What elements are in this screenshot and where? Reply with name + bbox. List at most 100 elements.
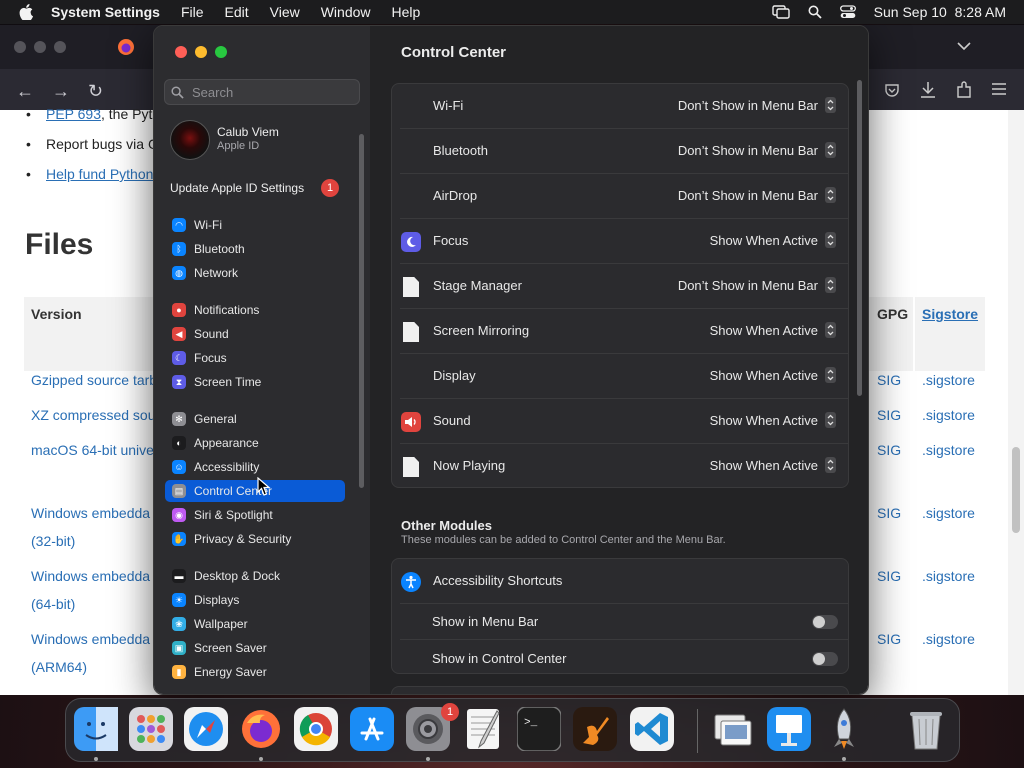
updown-chevron-icon[interactable]	[825, 457, 836, 473]
module-visibility-select[interactable]: Don’t Show in Menu Bar	[678, 143, 818, 158]
finder-icon[interactable]	[74, 707, 118, 751]
gpg-sig-link[interactable]: SIG	[877, 407, 901, 423]
minimize-button[interactable]	[195, 46, 207, 58]
search-field[interactable]	[164, 79, 360, 105]
preview-icon[interactable]	[711, 707, 755, 751]
sidebar-item-control-center[interactable]: ▤ Control Center	[165, 480, 345, 502]
sigstore-link[interactable]: .sigstore	[922, 372, 975, 388]
module-visibility-select[interactable]: Don’t Show in Menu Bar	[678, 278, 818, 293]
menu-window[interactable]: Window	[321, 4, 371, 20]
update-apple-id-settings[interactable]: Update Apple ID Settings	[170, 181, 304, 195]
updown-chevron-icon[interactable]	[825, 232, 836, 248]
vscode-icon[interactable]	[630, 707, 674, 751]
sigstore-link[interactable]: .sigstore	[922, 568, 975, 584]
sidebar-item-focus[interactable]: ☾ Focus	[165, 347, 345, 369]
browser-zoom-button[interactable]	[54, 41, 66, 53]
gpg-sig-link[interactable]: SIG	[877, 505, 901, 521]
show-in-menu-bar-toggle[interactable]	[812, 615, 838, 629]
user-name[interactable]: Calub Viem	[217, 125, 279, 139]
module-visibility-select[interactable]: Show When Active	[710, 368, 818, 383]
screen-mirroring-icon[interactable]	[771, 5, 790, 19]
help-fund-link[interactable]: Help fund Python	[46, 166, 153, 182]
updown-chevron-icon[interactable]	[825, 322, 836, 338]
gpg-sig-link[interactable]: SIG	[877, 372, 901, 388]
sidebar-item-appearance[interactable]: ◐ Appearance	[165, 432, 345, 454]
browser-scroll-thumb[interactable]	[1012, 447, 1020, 533]
keynote-icon[interactable]	[767, 707, 811, 751]
updown-chevron-icon[interactable]	[825, 412, 836, 428]
extensions-icon[interactable]	[956, 81, 972, 99]
sigstore-link[interactable]: .sigstore	[922, 505, 975, 521]
terminal-icon[interactable]: >_	[517, 707, 561, 751]
sidebar-item-bluetooth[interactable]: ᛒ Bluetooth	[165, 238, 345, 260]
file-row-label[interactable]: Windows embedda	[31, 631, 150, 647]
sidebar-item-screen-saver[interactable]: ▣ Screen Saver	[165, 637, 345, 659]
sidebar-item-energy-saver[interactable]: ▮ Energy Saver	[165, 661, 345, 683]
updown-chevron-icon[interactable]	[825, 142, 836, 158]
file-row-label[interactable]: Gzipped source tarb	[31, 372, 157, 388]
pep-link[interactable]: PEP 693	[46, 106, 101, 122]
back-arrow-icon[interactable]: ←	[16, 81, 34, 102]
browser-close-button[interactable]	[14, 41, 26, 53]
tab-list-chevron-icon[interactable]	[957, 41, 971, 51]
gpg-sig-link[interactable]: SIG	[877, 631, 901, 647]
updown-chevron-icon[interactable]	[825, 367, 836, 383]
sidebar-item-privacy-and-security[interactable]: ✋ Privacy & Security	[165, 528, 345, 550]
sigstore-link[interactable]: .sigstore	[922, 442, 975, 458]
module-visibility-select[interactable]: Show When Active	[710, 413, 818, 428]
sidebar-item-desktop-and-dock[interactable]: ▬ Desktop & Dock	[165, 565, 345, 587]
sidebar-item-accessibility[interactable]: ☺ Accessibility	[165, 456, 345, 478]
avatar[interactable]	[170, 120, 210, 160]
gpg-sig-link[interactable]: SIG	[877, 568, 901, 584]
sidebar-item-screen-time[interactable]: ⧗ Screen Time	[165, 371, 345, 393]
module-visibility-select[interactable]: Show When Active	[710, 323, 818, 338]
menu-app-name[interactable]: System Settings	[51, 4, 160, 20]
updown-chevron-icon[interactable]	[825, 97, 836, 113]
safari-icon[interactable]	[184, 707, 228, 751]
module-visibility-select[interactable]: Don’t Show in Menu Bar	[678, 188, 818, 203]
menu-edit[interactable]: Edit	[225, 4, 249, 20]
browser-scrollbar[interactable]	[1008, 110, 1024, 695]
rocket-icon[interactable]	[822, 707, 866, 751]
module-visibility-select[interactable]: Show When Active	[710, 458, 818, 473]
sidebar-item-displays[interactable]: ☀ Displays	[165, 589, 345, 611]
hamburger-menu-icon[interactable]	[992, 83, 1006, 95]
file-row-label[interactable]: Windows embedda	[31, 568, 150, 584]
browser-minimize-button[interactable]	[34, 41, 46, 53]
textedit-icon[interactable]	[461, 707, 505, 751]
main-scrollbar[interactable]	[857, 80, 862, 396]
file-row-sublabel[interactable]: (ARM64)	[31, 659, 87, 675]
firefox-tab-icon[interactable]	[117, 38, 135, 56]
reload-icon[interactable]: ↻	[88, 81, 103, 102]
sidebar-item-siri-and-spotlight[interactable]: ◉ Siri & Spotlight	[165, 504, 345, 526]
apple-logo-icon[interactable]	[19, 4, 33, 20]
search-input[interactable]	[190, 83, 354, 101]
app-store-icon[interactable]	[350, 707, 394, 751]
sidebar-scrollbar[interactable]	[359, 134, 364, 488]
garageband-icon[interactable]	[573, 707, 617, 751]
file-row-label[interactable]: Windows embedda	[31, 505, 150, 521]
sidebar-item-notifications[interactable]: ● Notifications	[165, 299, 345, 321]
close-button[interactable]	[175, 46, 187, 58]
sidebar-item-wallpaper[interactable]: ❀ Wallpaper	[165, 613, 345, 635]
sigstore-column-header[interactable]: Sigstore	[922, 306, 978, 322]
sigstore-link[interactable]: .sigstore	[922, 631, 975, 647]
menu-help[interactable]: Help	[392, 4, 421, 20]
file-row-label[interactable]: XZ compressed sou	[31, 407, 156, 423]
updown-chevron-icon[interactable]	[825, 277, 836, 293]
trash-icon[interactable]	[904, 707, 948, 751]
show-in-control-center-toggle[interactable]	[812, 652, 838, 666]
sidebar-item-sound[interactable]: ◀ Sound	[165, 323, 345, 345]
file-row-sublabel[interactable]: (64-bit)	[31, 596, 75, 612]
firefox-icon[interactable]	[239, 707, 283, 751]
sidebar-item-network[interactable]: ◍ Network	[165, 262, 345, 284]
forward-arrow-icon[interactable]: →	[52, 81, 70, 102]
module-visibility-select[interactable]: Don’t Show in Menu Bar	[678, 98, 818, 113]
gpg-sig-link[interactable]: SIG	[877, 442, 901, 458]
menu-view[interactable]: View	[270, 4, 300, 20]
sigstore-link[interactable]: .sigstore	[922, 407, 975, 423]
updown-chevron-icon[interactable]	[825, 187, 836, 203]
menu-datetime[interactable]: Sun Sep 10 8:28 AM	[874, 4, 1006, 20]
file-row-label[interactable]: macOS 64-bit unive	[31, 442, 154, 458]
launchpad-icon[interactable]	[129, 707, 173, 751]
